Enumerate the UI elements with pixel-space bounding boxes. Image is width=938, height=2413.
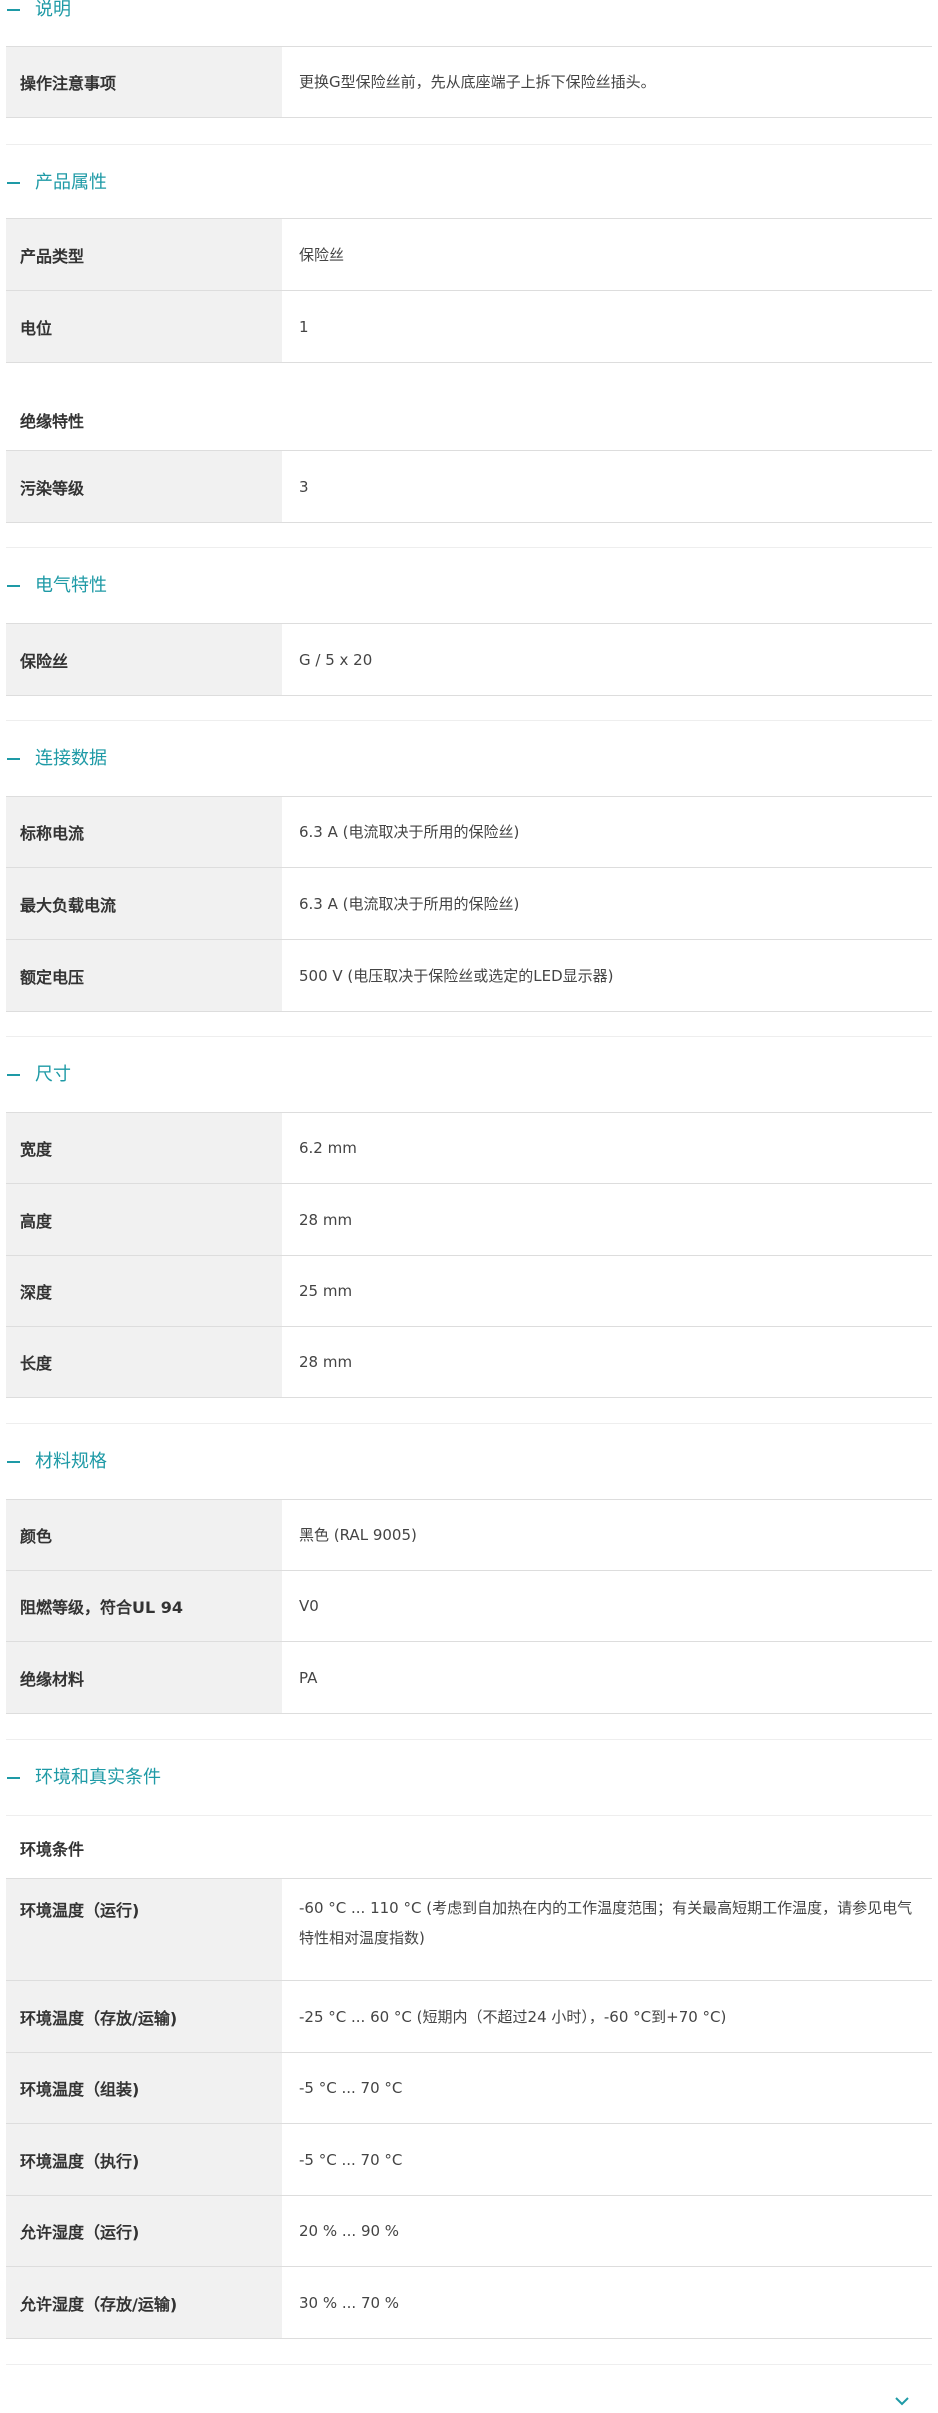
spec-row: 保险丝 G / 5 x 20 [6,623,932,696]
spec-row: 环境温度（执行) -5 °C ... 70 °C [6,2124,932,2196]
section-divider [6,720,932,721]
spec-value: 更换G型保险丝前，先从底座端子上拆下保险丝插头。 [282,47,932,117]
section-header-material[interactable]: 材料规格 [6,1442,932,1482]
chevron-down-icon[interactable] [894,2392,910,2406]
spec-key: 阻燃等级，符合UL 94 [6,1571,282,1641]
spec-key: 允许湿度（存放/运输) [6,2267,282,2338]
spec-value: G / 5 x 20 [282,624,932,695]
section-title: 说明 [35,0,71,20]
spec-value: 30 % ... 70 % [282,2267,932,2338]
spec-row: 宽度 6.2 mm [6,1112,932,1184]
section-divider [6,547,932,548]
minus-icon[interactable] [7,1461,20,1463]
section-title: 连接数据 [35,748,107,769]
spec-value: 28 mm [282,1327,932,1397]
spec-key: 环境温度（运行) [6,1879,282,1980]
spec-value: PA [282,1642,932,1713]
spec-key: 颜色 [6,1500,282,1570]
spec-key: 额定电压 [6,940,282,1011]
spec-key: 标称电流 [6,797,282,867]
chevron-down-icon-svg [895,2397,909,2406]
subsection-heading: 环境条件 [6,1815,932,1879]
section-header-electrical[interactable]: 电气特性 [6,566,932,606]
spec-row: 电位 1 [6,291,932,363]
spec-key: 污染等级 [6,451,282,522]
spec-value: 1 [282,291,932,362]
spec-row: 标称电流 6.3 A (电流取决于所用的保险丝) [6,796,932,868]
section-divider [6,1036,932,1037]
spec-row: 污染等级 3 [6,450,932,523]
section-title: 材料规格 [35,1451,107,1472]
spec-key: 产品类型 [6,219,282,290]
spec-row: 颜色 黑色 (RAL 9005) [6,1499,932,1571]
spec-row: 阻燃等级，符合UL 94 V0 [6,1571,932,1642]
minus-icon[interactable] [7,758,20,760]
minus-icon[interactable] [7,1777,20,1779]
section-title: 尺寸 [35,1064,71,1085]
spec-row: 允许湿度（运行) 20 % ... 90 % [6,2196,932,2267]
spec-row: 绝缘材料 PA [6,1642,932,1714]
spec-row: 产品类型 保险丝 [6,218,932,291]
spec-row: 深度 25 mm [6,1256,932,1327]
spec-key: 绝缘材料 [6,1642,282,1713]
spec-row: 环境温度（运行) -60 °C ... 110 °C (考虑到自加热在内的工作温… [6,1878,932,1981]
spec-value: 28 mm [282,1184,932,1255]
subsection-heading: 绝缘特性 [20,412,85,431]
section-title: 电气特性 [35,575,107,596]
section-header-description[interactable]: 说明 [6,0,932,30]
spec-value: 25 mm [282,1256,932,1326]
spec-key: 允许湿度（运行) [6,2196,282,2266]
section-title: 环境和真实条件 [35,1767,161,1788]
minus-icon[interactable] [7,9,20,11]
spec-row: 允许湿度（存放/运输) 30 % ... 70 % [6,2267,932,2339]
spec-key: 高度 [6,1184,282,1255]
section-header-environment[interactable]: 环境和真实条件 [6,1758,932,1798]
spec-value: 6.2 mm [282,1113,932,1183]
spec-row: 额定电压 500 V (电压取决于保险丝或选定的LED显示器) [6,940,932,1012]
spec-value: -5 °C ... 70 °C [282,2124,932,2195]
spec-key: 电位 [6,291,282,362]
spec-value: 3 [282,451,932,522]
minus-icon[interactable] [7,585,20,587]
spec-row: 操作注意事项 更换G型保险丝前，先从底座端子上拆下保险丝插头。 [6,46,932,118]
spec-key: 操作注意事项 [6,47,282,117]
minus-icon[interactable] [7,182,20,184]
spec-key: 环境温度（组装) [6,2053,282,2123]
section-divider [6,2364,932,2365]
spec-key: 深度 [6,1256,282,1326]
spec-key: 宽度 [6,1113,282,1183]
spec-row: 高度 28 mm [6,1184,932,1256]
spec-key: 环境温度（存放/运输) [6,1981,282,2052]
spec-key: 长度 [6,1327,282,1397]
section-title: 产品属性 [35,172,107,193]
minus-icon[interactable] [7,1074,20,1076]
spec-row: 长度 28 mm [6,1327,932,1398]
spec-value: 保险丝 [282,219,932,290]
section-divider [6,1739,932,1740]
spec-value: 6.3 A (电流取决于所用的保险丝) [282,797,932,867]
spec-value: -60 °C ... 110 °C (考虑到自加热在内的工作温度范围；有关最高短… [282,1879,932,1980]
spec-row: 环境温度（存放/运输) -25 °C ... 60 °C (短期内（不超过24 … [6,1981,932,2053]
spec-key: 保险丝 [6,624,282,695]
section-header-connection[interactable]: 连接数据 [6,739,932,779]
spec-row: 最大负载电流 6.3 A (电流取决于所用的保险丝) [6,868,932,940]
spec-key: 环境温度（执行) [6,2124,282,2195]
section-header-dimensions[interactable]: 尺寸 [6,1055,932,1095]
spec-row: 环境温度（组装) -5 °C ... 70 °C [6,2053,932,2124]
spec-value: 6.3 A (电流取决于所用的保险丝) [282,868,932,939]
spec-value: 20 % ... 90 % [282,2196,932,2266]
section-header-product-properties[interactable]: 产品属性 [6,163,932,203]
spec-value: V0 [282,1571,932,1641]
spec-value: -5 °C ... 70 °C [282,2053,932,2123]
spec-value: 黑色 (RAL 9005) [282,1500,932,1570]
spec-value: -25 °C ... 60 °C (短期内（不超过24 小时），-60 °C到+… [282,1981,932,2052]
section-divider [6,1423,932,1424]
spec-key: 最大负载电流 [6,868,282,939]
section-divider [6,144,932,145]
spec-value: 500 V (电压取决于保险丝或选定的LED显示器) [282,940,932,1011]
